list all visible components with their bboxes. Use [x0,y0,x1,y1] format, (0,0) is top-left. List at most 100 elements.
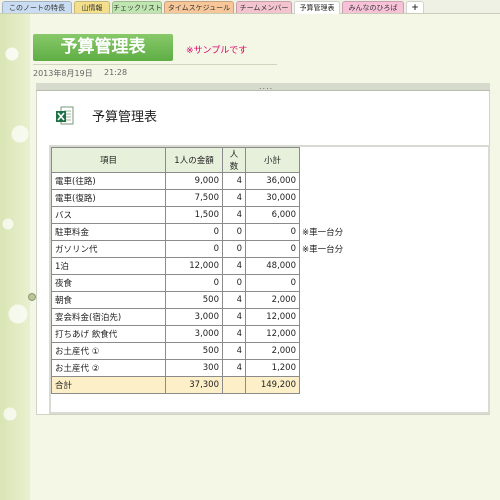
cell-count[interactable]: 4 [222,308,246,326]
tab-budget-sheet[interactable]: 予算管理表 [294,1,340,14]
total-price[interactable]: 37,300 [165,376,223,394]
cell-price[interactable]: 7,500 [165,189,223,207]
table-row[interactable]: 夜食 0 0 0 [51,274,420,292]
cell-item[interactable]: 駐車料金 [51,223,166,241]
cell-note[interactable] [300,292,420,309]
excel-file-icon[interactable] [56,106,74,130]
table-row[interactable]: 朝食 500 4 2,000 [51,291,420,309]
collapse-handle[interactable] [28,293,36,301]
cell-item[interactable]: 電車(復路) [51,189,166,207]
cell-note[interactable] [300,258,420,275]
cell-subtotal[interactable]: 0 [245,223,300,241]
cell-price[interactable]: 500 [165,291,223,309]
cell-subtotal[interactable]: 6,000 [245,206,300,224]
table-row[interactable]: ガソリン代 0 0 0 ※車一台分 [51,240,420,258]
tab-team-members[interactable]: チームメンバー [236,1,292,13]
add-section-button[interactable]: + [406,1,424,13]
cell-count[interactable]: 4 [222,325,246,343]
cell-item[interactable]: お土産代 ① [51,342,166,360]
table-row[interactable]: バス 1,500 4 6,000 [51,206,420,224]
cell-note[interactable] [300,173,420,190]
page-title[interactable]: 予算管理表 [33,34,173,61]
section-tab-bar: このノートの特長 山情報 チェックリスト タイムスケジュール チームメンバー 予… [0,0,500,14]
cell-item[interactable]: 夜食 [51,274,166,292]
cell-price[interactable]: 3,000 [165,325,223,343]
cell-price[interactable]: 500 [165,342,223,360]
cell-count[interactable]: 4 [222,257,246,275]
cell-count[interactable]: 0 [222,274,246,292]
budget-table[interactable]: 項目 1人の金額 人数 小計 電車(往路) 9,000 4 36,000 電車(… [51,147,420,394]
cell-price[interactable]: 9,000 [165,172,223,190]
header-subtotal: 小計 [245,147,300,173]
table-row[interactable]: 電車(往路) 9,000 4 36,000 [51,172,420,190]
cell-subtotal[interactable]: 48,000 [245,257,300,275]
cell-note[interactable]: ※車一台分 [300,241,420,258]
cell-subtotal[interactable]: 12,000 [245,308,300,326]
cell-item[interactable]: 朝食 [51,291,166,309]
tab-everyone-plaza[interactable]: みんなのひろば [342,1,404,13]
cell-subtotal[interactable]: 36,000 [245,172,300,190]
cell-item[interactable]: 電車(往路) [51,172,166,190]
cell-note[interactable] [300,275,420,292]
cell-price[interactable]: 12,000 [165,257,223,275]
cell-count[interactable]: 4 [222,206,246,224]
embedded-sheet-title: 予算管理表 [92,110,158,125]
sample-note: ※サンプルです [186,46,248,56]
cell-note[interactable] [300,309,420,326]
cell-item[interactable]: 1泊 [51,257,166,275]
cell-price[interactable]: 3,000 [165,308,223,326]
cell-count[interactable]: 0 [222,240,246,258]
cell-price[interactable]: 0 [165,223,223,241]
cell-price[interactable]: 0 [165,274,223,292]
total-subtotal[interactable]: 149,200 [245,376,300,394]
cell-price[interactable]: 0 [165,240,223,258]
cell-subtotal[interactable]: 30,000 [245,189,300,207]
cell-item[interactable]: ガソリン代 [51,240,166,258]
total-count[interactable] [222,376,246,394]
table-row[interactable]: 1泊 12,000 4 48,000 [51,257,420,275]
cell-item[interactable]: 打ちあげ 飲食代 [51,325,166,343]
tab-checklist[interactable]: チェックリスト [112,1,162,13]
cell-count[interactable]: 4 [222,359,246,377]
cell-count[interactable]: 4 [222,291,246,309]
title-divider [33,64,277,65]
cell-subtotal[interactable]: 2,000 [245,291,300,309]
tab-time-schedule[interactable]: タイムスケジュール [164,1,234,13]
cell-price[interactable]: 1,500 [165,206,223,224]
table-row[interactable]: 打ちあげ 飲食代 3,000 4 12,000 [51,325,420,343]
cell-note[interactable] [300,190,420,207]
cell-note[interactable] [300,360,420,377]
table-row[interactable]: お土産代 ② 300 4 1,200 [51,359,420,377]
cell-item[interactable]: バス [51,206,166,224]
table-row[interactable]: 宴会料金(宿泊先) 3,000 4 12,000 [51,308,420,326]
cell-subtotal[interactable]: 0 [245,240,300,258]
cell-item[interactable]: 宴会料金(宿泊先) [51,308,166,326]
header-unit-price: 1人の金額 [165,147,223,173]
page-date: 2013年8月19日 [33,69,93,78]
tab-mountain-info[interactable]: 山情報 [74,1,110,13]
cell-note[interactable] [300,343,420,360]
table-row[interactable]: 駐車料金 0 0 0 ※車一台分 [51,223,420,241]
cell-note[interactable]: ※車一台分 [300,224,420,241]
cell-subtotal[interactable]: 0 [245,274,300,292]
page-time: 21:28 [104,68,128,77]
table-total-row[interactable]: 合計 37,300 149,200 [51,376,420,394]
cell-note[interactable] [300,326,420,343]
cell-subtotal[interactable]: 1,200 [245,359,300,377]
cell-subtotal[interactable]: 12,000 [245,325,300,343]
cell-price[interactable]: 300 [165,359,223,377]
tab-note-features[interactable]: このノートの特長 [2,1,72,13]
table-row[interactable]: 電車(復路) 7,500 4 30,000 [51,189,420,207]
header-count: 人数 [222,147,246,173]
cell-count[interactable]: 4 [222,342,246,360]
table-header-row: 項目 1人の金額 人数 小計 [51,147,420,173]
container-grip[interactable]: .... [259,82,273,91]
cell-count[interactable]: 4 [222,172,246,190]
total-label[interactable]: 合計 [51,376,166,394]
cell-count[interactable]: 0 [222,223,246,241]
cell-subtotal[interactable]: 2,000 [245,342,300,360]
cell-count[interactable]: 4 [222,189,246,207]
cell-note[interactable] [300,207,420,224]
table-row[interactable]: お土産代 ① 500 4 2,000 [51,342,420,360]
cell-item[interactable]: お土産代 ② [51,359,166,377]
